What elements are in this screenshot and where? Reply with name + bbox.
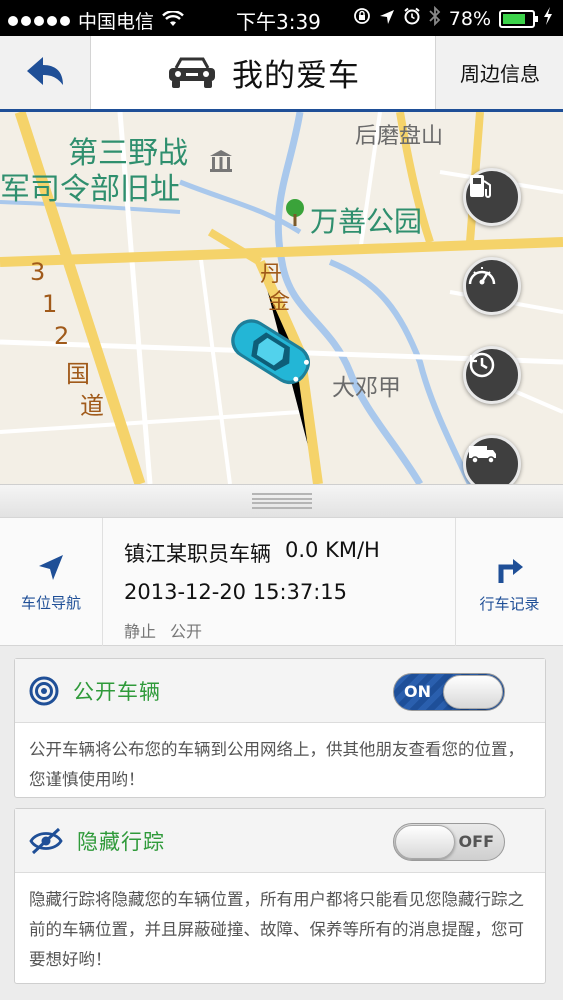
- public-vehicle-toggle[interactable]: ON: [393, 673, 505, 711]
- wifi-icon: [162, 9, 184, 32]
- fuel-icon: [470, 175, 491, 198]
- speedometer-icon: [468, 267, 496, 285]
- map-label-road-danjin-2: 金: [268, 290, 291, 315]
- toggle-knob: [443, 675, 503, 709]
- driving-record-label: 行车记录: [479, 594, 540, 613]
- map-label-park: 万善公园: [310, 205, 423, 238]
- hide-tracking-toggle[interactable]: OFF: [393, 823, 505, 861]
- eye-hidden-icon: [29, 827, 63, 854]
- page-title-area: 我的爱车: [90, 36, 436, 109]
- vehicle-timestamp: 2013-12-20 15:37:15: [124, 580, 348, 604]
- map-label-village: 大邓甲: [332, 375, 401, 401]
- alarm-icon: [403, 7, 421, 30]
- hide-tracking-description: 隐藏行踪将隐藏您的车辆位置，所有用户都将只能看见您隐藏行踪之前的车辆位置，并且屏…: [29, 890, 524, 969]
- vehicle-state: 静止: [124, 622, 157, 641]
- navigation-bar: 我的爱车 周边信息: [0, 36, 563, 112]
- page-title: 我的爱车: [232, 58, 360, 94]
- navigation-arrow-icon: [39, 554, 63, 580]
- back-arrow-icon: [27, 56, 63, 85]
- route-turn-icon: [498, 558, 523, 583]
- toggle-knob: [395, 825, 455, 859]
- vehicle-info-panel: 车位导航 镇江某职员车辆 0.0 KM/H 2013-12-20 15:37:1…: [0, 518, 563, 646]
- map-label-area-top: 后磨盘山: [355, 124, 444, 149]
- map-label-road-312-a: 3: [30, 258, 46, 286]
- history-button[interactable]: [463, 346, 521, 404]
- location-arrow-icon: [379, 8, 395, 30]
- target-icon: [29, 676, 59, 705]
- map-label-poi-line2: 军司令部旧址: [0, 172, 180, 207]
- driving-record-button[interactable]: 行车记录: [455, 518, 563, 646]
- fuel-button[interactable]: [463, 168, 521, 226]
- nearby-info-button[interactable]: 周边信息: [437, 36, 563, 109]
- truck-icon: [469, 446, 496, 464]
- signal-strength-icon: [8, 15, 70, 26]
- public-vehicle-title: 公开车辆: [73, 679, 161, 704]
- car-navigation-label: 车位导航: [20, 593, 81, 612]
- car-navigation-button[interactable]: 车位导航: [0, 518, 103, 646]
- vehicle-name: 镇江某职员车辆: [124, 542, 271, 566]
- battery-icon: [499, 9, 538, 28]
- map-view[interactable]: 第三野战 军司令部旧址 后磨盘山 万善公园 丹 金 3 1 2 国 道 大邓甲: [0, 112, 563, 484]
- vehicle-status: 镇江某职员车辆 0.0 KM/H 2013-12-20 15:37:15 静止 …: [124, 538, 380, 642]
- charging-icon: [543, 7, 553, 30]
- map-label-road-312-b: 1: [42, 290, 58, 318]
- public-toggle-label: ON: [404, 682, 431, 701]
- public-vehicle-description: 公开车辆将公布您的车辆到公用网络上，供其他朋友查看您的位置，您谨慎使用哟！: [29, 740, 524, 789]
- history-clock-icon: [469, 352, 495, 378]
- status-bar: 中国电信 下午3:39 78%: [0, 0, 563, 36]
- speed-button[interactable]: [463, 257, 521, 315]
- car-icon: [169, 57, 215, 88]
- hide-toggle-label: OFF: [458, 832, 494, 851]
- battery-percent: 78%: [448, 7, 491, 30]
- hide-tracking-title: 隐藏行踪: [77, 829, 165, 854]
- map-label-road-312-d: 国: [66, 360, 90, 388]
- hide-tracking-card: 隐藏行踪 OFF 隐藏行踪将隐藏您的车辆位置，所有用户都将只能看见您隐藏行踪之前…: [14, 808, 546, 984]
- map-label-road-312-e: 道: [80, 392, 104, 420]
- clock: 下午3:39: [236, 10, 321, 34]
- vehicle-speed: 0.0 KM/H: [285, 538, 380, 562]
- back-button[interactable]: [0, 36, 90, 109]
- vehicle-visibility: 公开: [170, 622, 203, 641]
- panel-drag-handle[interactable]: [0, 484, 563, 518]
- public-vehicle-card: 公开车辆 ON 公开车辆将公布您的车辆到公用网络上，供其他朋友查看您的位置，您谨…: [14, 658, 546, 798]
- bluetooth-icon: [429, 5, 441, 31]
- grip-icon: [251, 493, 312, 509]
- carrier-label: 中国电信: [78, 11, 155, 33]
- orientation-lock-icon: [353, 7, 371, 30]
- map-label-road-312-c: 2: [54, 322, 70, 350]
- truck-button[interactable]: [463, 435, 521, 484]
